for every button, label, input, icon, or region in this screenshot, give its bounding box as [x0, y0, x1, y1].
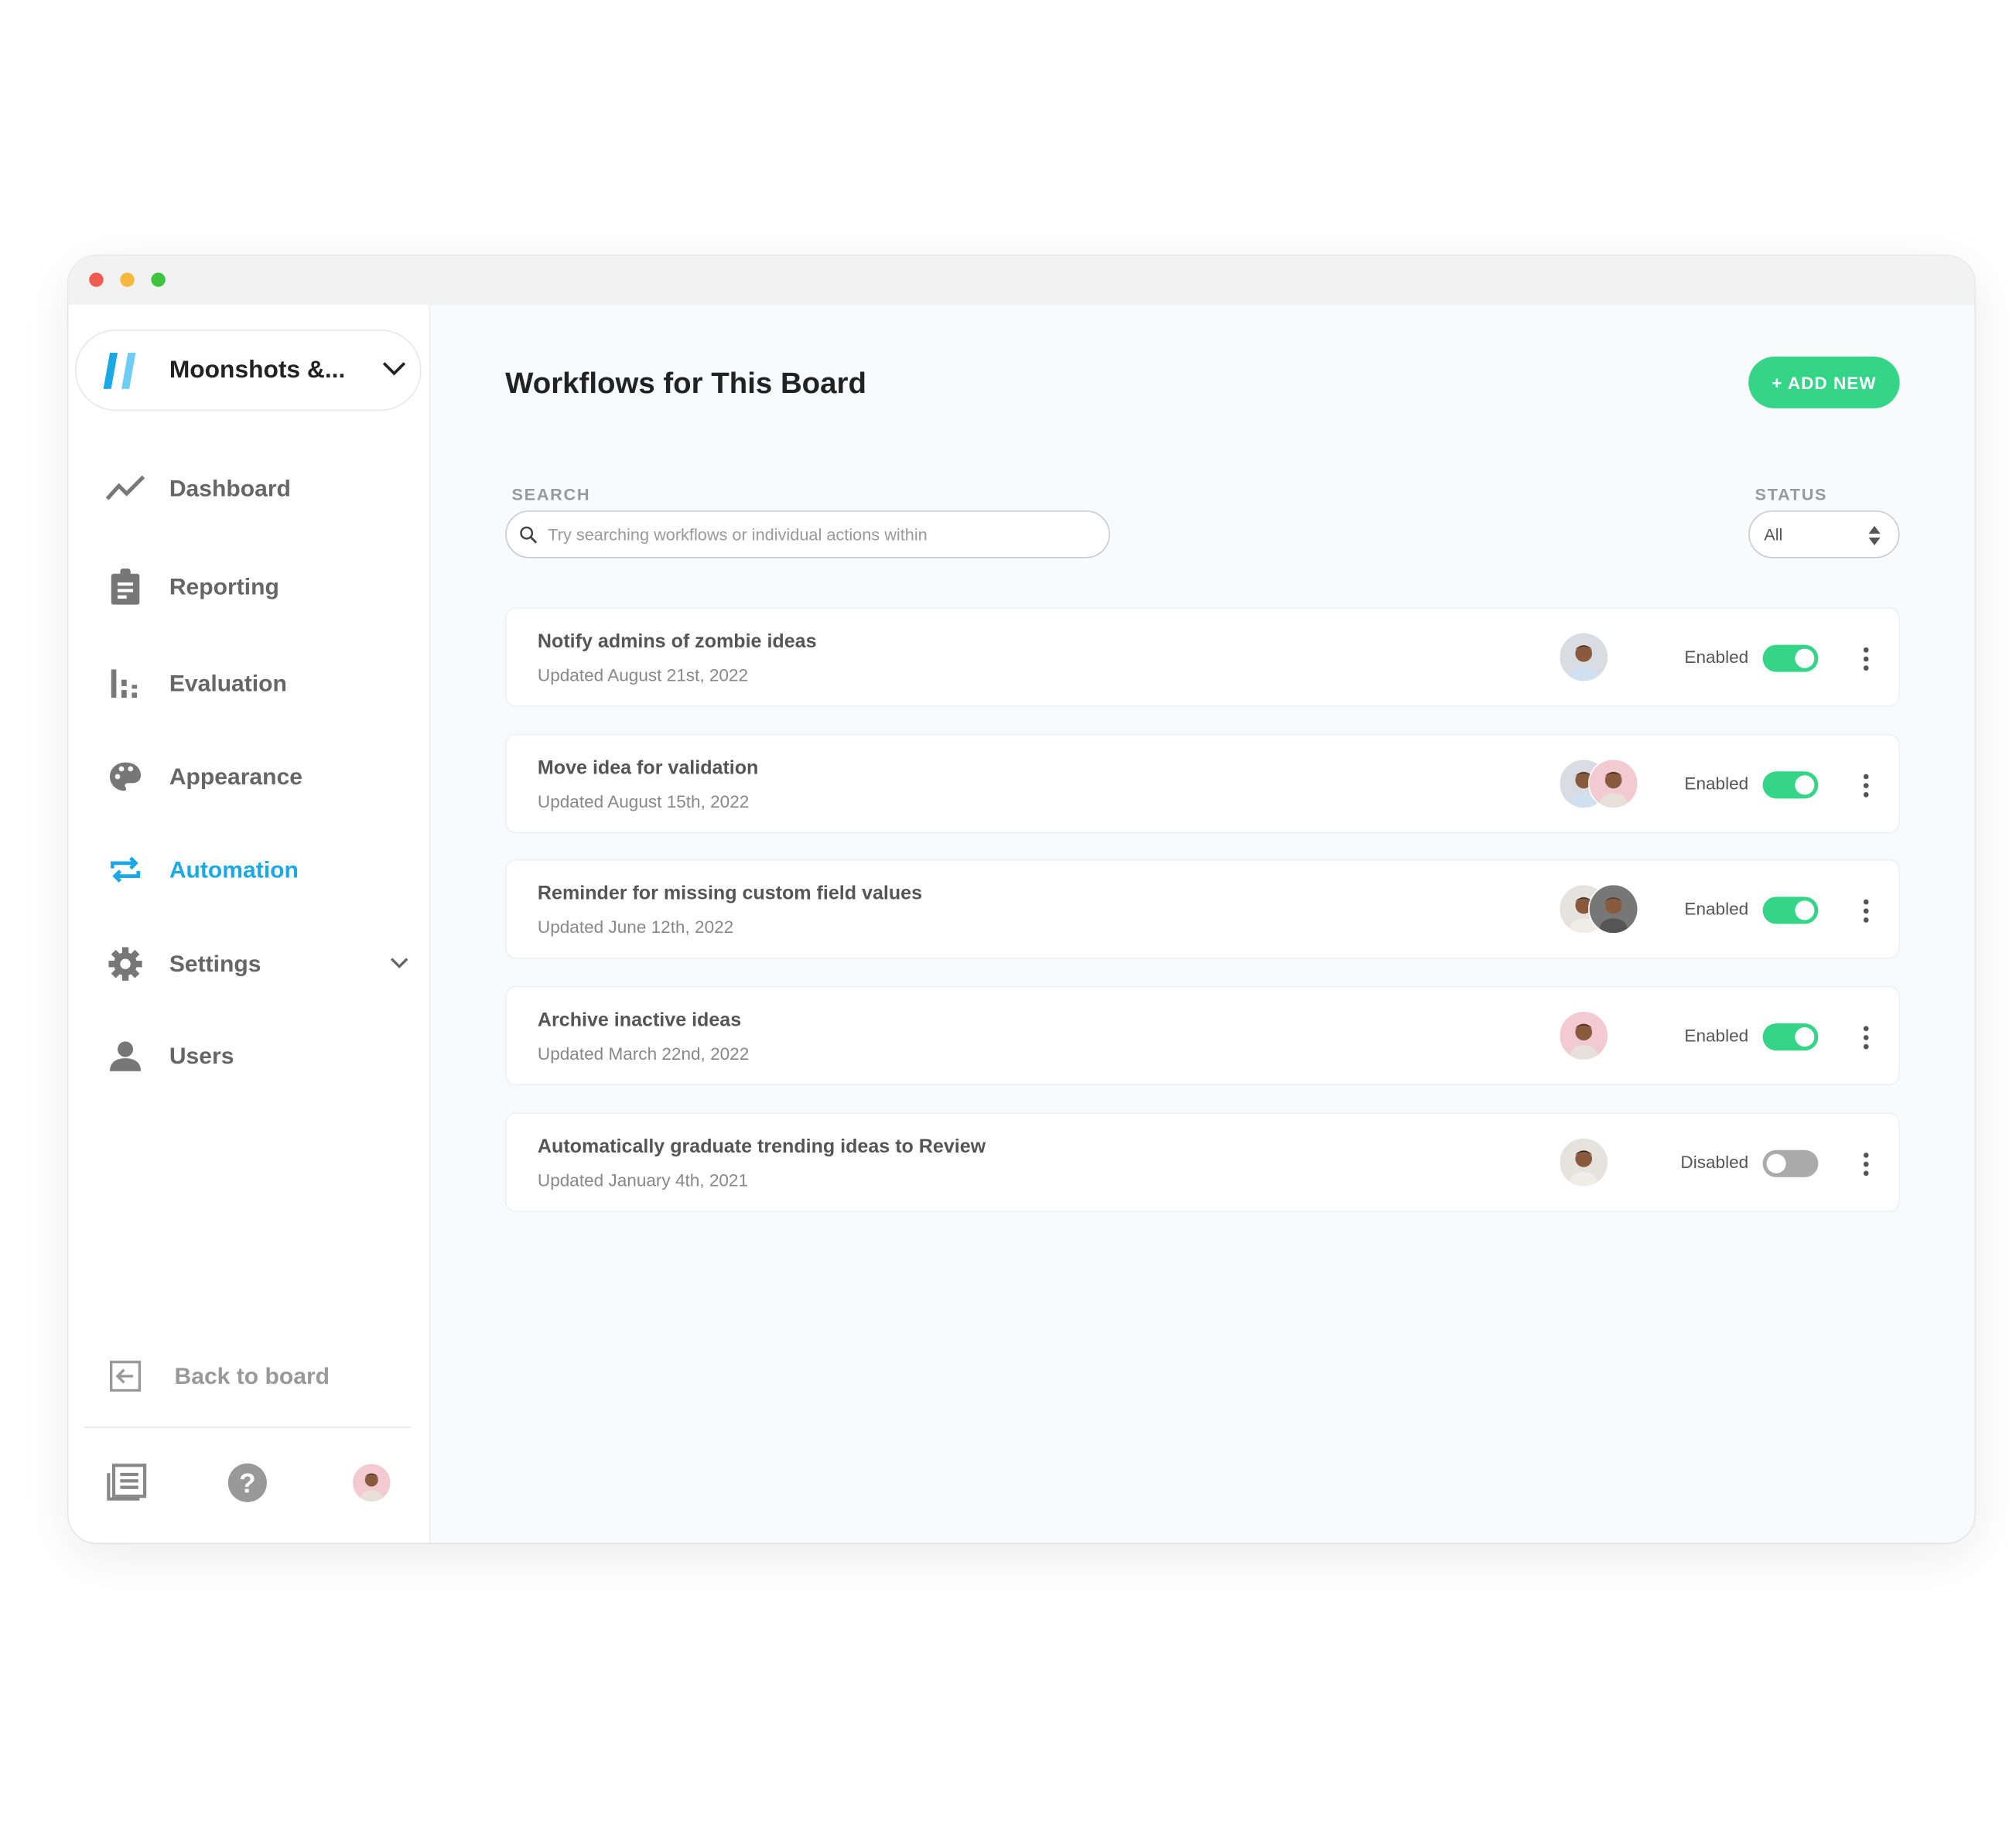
status-select[interactable]: All: [1748, 510, 1900, 558]
exit-icon: [104, 1357, 145, 1395]
user-avatar[interactable]: [351, 1463, 392, 1503]
workflow-card[interactable]: Move idea for validation Updated August 1…: [505, 733, 1900, 833]
enable-toggle[interactable]: [1762, 644, 1819, 672]
sidebar-item-label: Settings: [169, 950, 261, 977]
back-to-board-label: Back to board: [174, 1362, 330, 1388]
search-label: SEARCH: [511, 484, 591, 504]
bar-chart-icon: [104, 664, 145, 703]
avatar: [1588, 884, 1639, 935]
title-bar: [68, 255, 1975, 306]
sidebar-item-label: Dashboard: [169, 474, 291, 501]
workflow-card[interactable]: Archive inactive ideas Updated March 22nd…: [505, 985, 1900, 1086]
repeat-icon: [104, 850, 145, 889]
page-title: Workflows for This Board: [505, 365, 866, 400]
sidebar-item-appearance[interactable]: Appearance: [104, 757, 302, 796]
workflow-title: Reminder for missing custom field values: [537, 883, 923, 906]
user-icon: [104, 1037, 145, 1075]
sidebar-item-label: Reporting: [169, 572, 279, 599]
sidebar-item-reporting[interactable]: Reporting: [104, 567, 279, 606]
workflow-title: Notify admins of zombie ideas: [537, 630, 817, 653]
back-to-board-link[interactable]: Back to board: [104, 1357, 330, 1395]
status-text: Enabled: [1684, 1026, 1749, 1046]
help-icon[interactable]: ?: [227, 1463, 268, 1503]
avatar-group: [1558, 1136, 1609, 1187]
sidebar-item-dashboard[interactable]: Dashboard: [104, 469, 291, 507]
more-options-icon[interactable]: [1858, 771, 1874, 800]
sidebar-item-label: Users: [169, 1042, 234, 1068]
add-new-button[interactable]: + ADD NEW: [1748, 357, 1900, 408]
sort-arrows-icon: [1868, 525, 1881, 545]
workflow-card[interactable]: Notify admins of zombie ideas Updated Aug…: [505, 607, 1900, 707]
status-text: Enabled: [1684, 774, 1749, 794]
workflow-card[interactable]: Reminder for missing custom field values…: [505, 859, 1900, 960]
chevron-down-icon: [390, 958, 408, 968]
sidebar-item-label: Automation: [169, 856, 299, 883]
status-text: Enabled: [1684, 647, 1749, 667]
sidebar-item-label: Evaluation: [169, 670, 287, 696]
search-placeholder: Try searching workflows or individual ac…: [548, 524, 928, 545]
more-options-icon[interactable]: [1858, 645, 1874, 674]
workspace-logo-icon: [103, 352, 136, 388]
sidebar-item-evaluation[interactable]: Evaluation: [104, 664, 287, 703]
avatar-group: [1558, 631, 1609, 683]
workflow-updated: Updated March 22nd, 2022: [537, 1043, 750, 1064]
avatar-group: [1558, 1010, 1609, 1061]
gear-icon: [104, 944, 145, 983]
trend-line-icon: [104, 469, 145, 507]
enable-toggle[interactable]: [1762, 1023, 1819, 1051]
chevron-down-icon: [382, 362, 406, 376]
workflow-title: Move idea for validation: [537, 757, 759, 779]
sidebar-item-label: Appearance: [169, 763, 302, 789]
workflow-card[interactable]: Automatically graduate trending ideas to…: [505, 1112, 1900, 1212]
workflow-updated: Updated January 4th, 2021: [537, 1170, 749, 1190]
workflow-title: Automatically graduate trending ideas to…: [537, 1136, 986, 1158]
close-window-button[interactable]: [89, 272, 104, 287]
maximize-window-button[interactable]: [151, 272, 166, 287]
avatar-group: [1558, 884, 1639, 935]
enable-toggle[interactable]: [1762, 770, 1819, 798]
sidebar-item-users[interactable]: Users: [104, 1037, 234, 1075]
status-text: Enabled: [1684, 900, 1749, 920]
status-text: Disabled: [1680, 1152, 1749, 1172]
status-label: STATUS: [1755, 484, 1828, 504]
workspace-switcher[interactable]: Moonshots &...: [74, 329, 422, 412]
more-options-icon[interactable]: [1858, 1023, 1874, 1052]
avatar: [1558, 631, 1609, 683]
avatar: [1588, 758, 1639, 809]
workflow-updated: Updated August 15th, 2022: [537, 791, 750, 811]
enable-toggle[interactable]: [1762, 897, 1819, 925]
minimize-window-button[interactable]: [120, 272, 135, 287]
more-options-icon[interactable]: [1858, 1149, 1874, 1178]
svg-text:?: ?: [239, 1468, 255, 1498]
avatar: [1558, 1136, 1609, 1187]
status-value: All: [1764, 524, 1783, 545]
sidebar-item-automation[interactable]: Automation: [104, 850, 299, 889]
avatar-group: [1558, 758, 1639, 809]
sidebar: Moonshots &... Dashboard Reporting Evaluat…: [68, 305, 431, 1543]
sidebar-item-settings[interactable]: Settings: [104, 944, 408, 983]
palette-icon: [104, 757, 145, 796]
clipboard-icon: [104, 567, 145, 606]
more-options-icon[interactable]: [1858, 897, 1874, 926]
divider: [84, 1426, 412, 1428]
news-icon[interactable]: [106, 1463, 147, 1501]
search-input[interactable]: Try searching workflows or individual ac…: [505, 510, 1110, 558]
workflow-updated: Updated June 12th, 2022: [537, 917, 734, 938]
search-icon: [520, 525, 538, 543]
app-window: Moonshots &... Dashboard Reporting Evaluat…: [68, 255, 1975, 1543]
main-content: Workflows for This Board + ADD NEW SEARC…: [432, 305, 1975, 1542]
workflow-title: Archive inactive ideas: [537, 1009, 742, 1032]
enable-toggle[interactable]: [1762, 1149, 1819, 1177]
workspace-name: Moonshots &...: [169, 356, 346, 384]
workflow-updated: Updated August 21st, 2022: [537, 665, 749, 685]
avatar: [1558, 1010, 1609, 1061]
